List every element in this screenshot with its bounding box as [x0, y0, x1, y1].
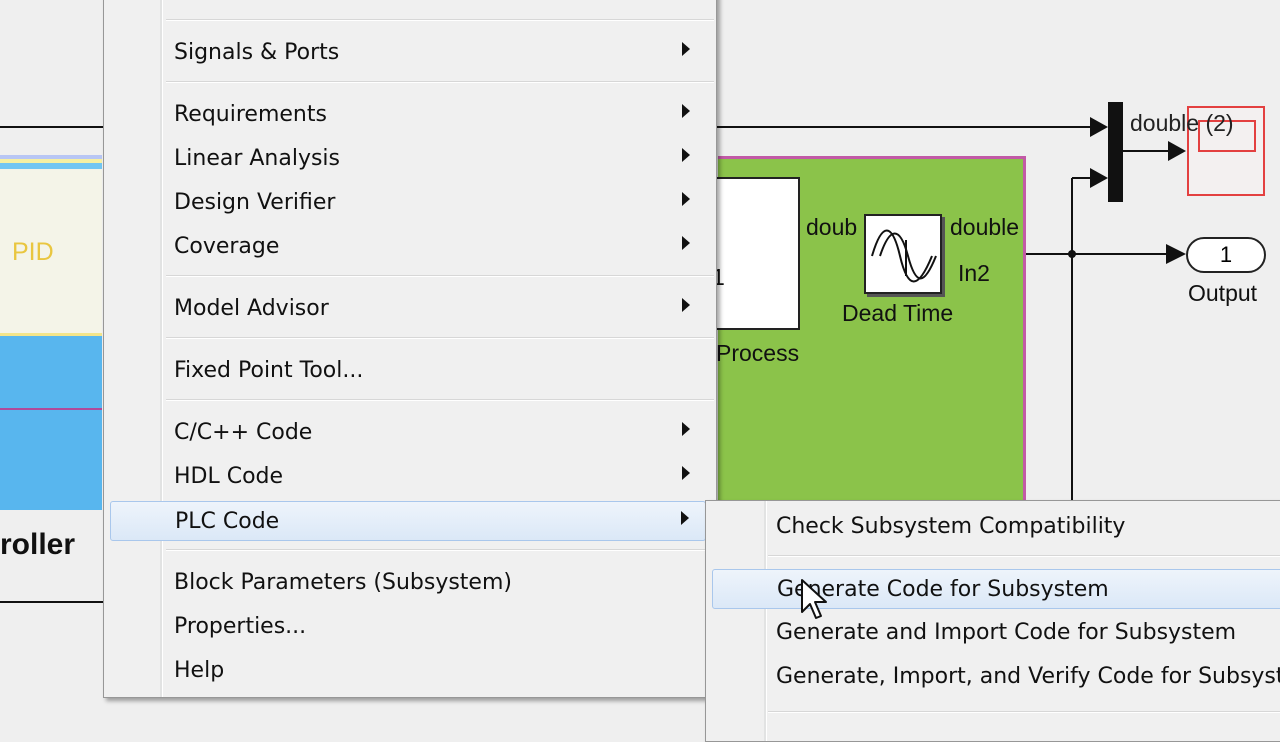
menu-item-c-cpp-code[interactable]: C/C++ Code — [104, 413, 716, 453]
menu-item-design-verifier[interactable]: Design Verifier — [104, 183, 716, 223]
submenu-arrow-icon — [682, 236, 690, 250]
menu-item-requirements[interactable]: Requirements — [104, 95, 716, 135]
submenu-arrow-icon — [682, 104, 690, 118]
menu-item-label: C/C++ Code — [174, 420, 313, 445]
submenu-arrow-icon — [682, 422, 690, 436]
menu-item-coverage[interactable]: Coverage — [104, 227, 716, 267]
pid-divider-2 — [0, 408, 102, 410]
submenu-item-generate-code[interactable]: Generate Code for Subsystem — [712, 569, 1280, 609]
submenu-arrow-icon — [682, 148, 690, 162]
submenu-arrow-icon — [682, 192, 690, 206]
process-block[interactable] — [714, 177, 800, 330]
submenu-arrow-icon — [682, 466, 690, 480]
menu-item-label: Help — [174, 658, 225, 683]
controller-label: roller — [0, 528, 76, 561]
menu-separator — [166, 19, 714, 21]
menu-item-linear-analysis[interactable]: Linear Analysis — [104, 139, 716, 179]
menu-item-model-advisor[interactable]: Model Advisor — [104, 289, 716, 329]
pid-block-stripes — [0, 155, 102, 169]
menu-item-label: Coverage — [174, 234, 280, 259]
output-label: Output — [1188, 280, 1258, 306]
menu-item-label: Generate, Import, and Verify Code for Su… — [776, 664, 1280, 689]
menu-item-properties[interactable]: Properties... — [104, 607, 716, 647]
menu-item-label: Check Subsystem Compatibility — [776, 514, 1126, 539]
dead-time-icon — [871, 229, 937, 283]
mouse-cursor-icon — [801, 579, 827, 619]
mux-block[interactable] — [1108, 102, 1123, 202]
submenu-item-check-compatibility[interactable]: Check Subsystem Compatibility — [706, 507, 1280, 547]
menu-item-plc-code[interactable]: PLC Code — [110, 501, 706, 541]
menu-item-signals-ports[interactable]: Signals & Ports — [104, 33, 716, 73]
menu-item-hdl-code[interactable]: HDL Code — [104, 457, 716, 497]
in2-label: In2 — [958, 260, 990, 286]
output-port-block[interactable]: 1 — [1186, 237, 1266, 273]
menu-item-label: Requirements — [174, 102, 327, 127]
menu-separator — [768, 711, 1280, 713]
menu-item-block-parameters[interactable]: Block Parameters (Subsystem) — [104, 563, 716, 603]
menu-separator — [166, 337, 714, 339]
dead-time-block[interactable] — [864, 214, 942, 294]
menu-item-label: Signals & Ports — [174, 40, 340, 65]
menu-item-label: Design Verifier — [174, 190, 336, 215]
submenu-item-generate-import-verify[interactable]: Generate, Import, and Verify Code for Su… — [706, 657, 1280, 697]
menu-item-help[interactable]: Help — [104, 651, 716, 691]
menu-item-label: Properties... — [174, 614, 307, 639]
plc-code-submenu: Check Subsystem Compatibility Generate C… — [705, 500, 1280, 742]
signal-type-label-out: double — [950, 214, 1020, 240]
menu-item-label: Fixed Point Tool... — [174, 358, 364, 383]
menu-item-partial[interactable] — [104, 0, 716, 31]
menu-separator — [166, 549, 714, 551]
submenu-arrow-icon — [681, 511, 689, 525]
signal-type-label: doub — [806, 214, 858, 240]
menu-separator — [768, 555, 1280, 557]
menu-separator — [166, 81, 714, 83]
pid-divider — [0, 333, 102, 336]
menu-item-label: Linear Analysis — [174, 146, 341, 171]
context-menu: Signals & Ports Requirements Linear Anal… — [103, 0, 717, 698]
mux-signal-label: double (2) — [1130, 110, 1234, 136]
dead-time-label: Dead Time — [842, 300, 954, 326]
menu-item-fixed-point-tool[interactable]: Fixed Point Tool... — [104, 351, 716, 391]
submenu-item-generate-import[interactable]: Generate and Import Code for Subsystem — [706, 613, 1280, 653]
process-label: Process — [716, 340, 800, 366]
menu-separator — [166, 275, 714, 277]
pid-label: PID — [12, 238, 54, 266]
menu-item-label: Generate and Import Code for Subsystem — [776, 620, 1237, 645]
menu-separator — [166, 399, 714, 401]
submenu-arrow-icon — [682, 42, 690, 56]
menu-item-label: PLC Code — [175, 509, 280, 534]
menu-item-label: Block Parameters (Subsystem) — [174, 570, 512, 595]
submenu-arrow-icon — [682, 298, 690, 312]
menu-item-label: Model Advisor — [174, 296, 329, 321]
menu-item-label: HDL Code — [174, 464, 284, 489]
